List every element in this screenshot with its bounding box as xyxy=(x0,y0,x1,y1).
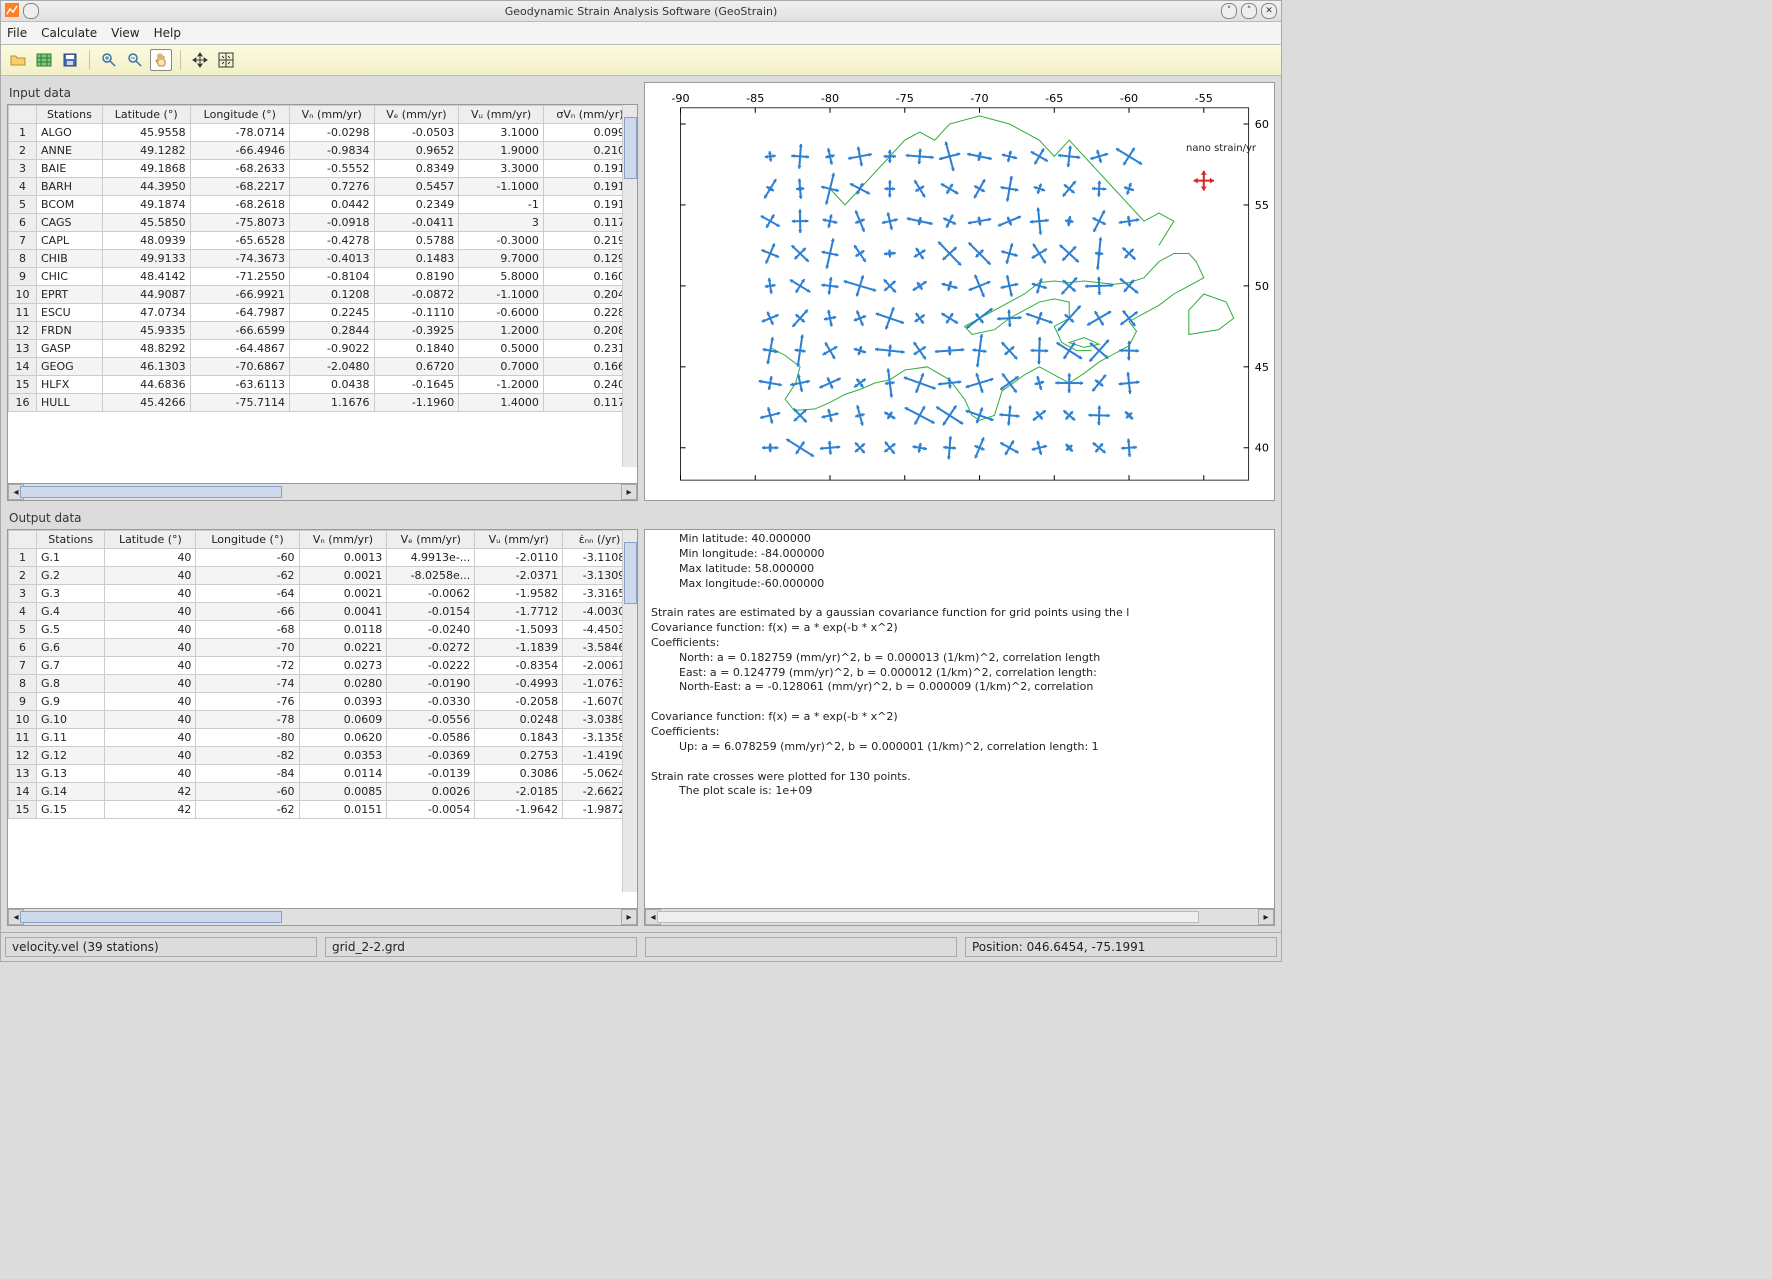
input-hscroll[interactable]: ◂▸ xyxy=(7,484,638,501)
svg-text:45: 45 xyxy=(1255,361,1269,374)
output-vscroll[interactable] xyxy=(622,530,637,892)
menu-calculate[interactable]: Calculate xyxy=(41,26,97,40)
table-row[interactable]: 13GASP48.8292-64.4867-0.90220.18400.5000… xyxy=(9,340,637,358)
svg-text:-55: -55 xyxy=(1195,92,1213,105)
save-icon[interactable] xyxy=(59,49,81,71)
pan-icon[interactable] xyxy=(150,49,172,71)
table-row[interactable]: 15HLFX44.6836-63.61130.0438-0.1645-1.200… xyxy=(9,376,637,394)
table-row[interactable]: 14GEOG46.1303-70.6867-2.04800.67200.7000… xyxy=(9,358,637,376)
status-blank xyxy=(645,937,957,957)
svg-text:-60: -60 xyxy=(1120,92,1138,105)
statusbar: velocity.vel (39 stations) grid_2-2.grd … xyxy=(1,932,1281,961)
table-row[interactable]: 5G.540-680.0118-0.0240-1.5093-4.4503e xyxy=(9,621,637,639)
titlebar: Geodynamic Strain Analysis Software (Geo… xyxy=(1,1,1281,22)
output-table[interactable]: StationsLatitude (°)Longitude (°)Vₙ (mm/… xyxy=(7,529,638,909)
output-panel: Output data StationsLatitude (°)Longitud… xyxy=(7,507,638,926)
table-row[interactable]: 3BAIE49.1868-68.2633-0.55520.83493.30000… xyxy=(9,160,637,178)
table-row[interactable]: 10G.1040-780.0609-0.05560.0248-3.0389e xyxy=(9,711,637,729)
table-row[interactable]: 11G.1140-800.0620-0.05860.1843-3.1358e xyxy=(9,729,637,747)
menubar: File Calculate View Help xyxy=(1,22,1281,45)
zoom-out-icon[interactable] xyxy=(124,49,146,71)
table-row[interactable]: 11ESCU47.0734-64.79870.2245-0.1110-0.600… xyxy=(9,304,637,322)
svg-text:-70: -70 xyxy=(970,92,988,105)
menu-help[interactable]: Help xyxy=(154,26,181,40)
table-row[interactable]: 9CHIC48.4142-71.2550-0.81040.81905.80000… xyxy=(9,268,637,286)
output-hscroll[interactable]: ◂▸ xyxy=(7,909,638,926)
status-grid: grid_2-2.grd xyxy=(325,937,637,957)
table-row[interactable]: 16HULL45.4266-75.71141.1676-1.19601.4000… xyxy=(9,394,637,412)
table-row[interactable]: 2ANNE49.1282-66.4946-0.98340.96521.90000… xyxy=(9,142,637,160)
minimize-button[interactable]: ˅ xyxy=(1221,3,1237,19)
status-file: velocity.vel (39 stations) xyxy=(5,937,317,957)
menu-view[interactable]: View xyxy=(111,26,139,40)
app-icon xyxy=(5,3,19,20)
menu-file[interactable]: File xyxy=(7,26,27,40)
table-row[interactable]: 6G.640-700.0221-0.0272-1.1839-3.5846e xyxy=(9,639,637,657)
svg-text:55: 55 xyxy=(1255,199,1269,212)
table-row[interactable]: 4BARH44.3950-68.22170.72760.5457-1.10000… xyxy=(9,178,637,196)
input-vscroll[interactable] xyxy=(622,105,637,467)
legend-label: nano strain/yr xyxy=(1186,143,1256,154)
table-row[interactable]: 7G.740-720.0273-0.0222-0.8354-2.0061e xyxy=(9,657,637,675)
toolbar xyxy=(1,45,1281,76)
open-grid-icon[interactable] xyxy=(33,49,55,71)
input-panel-title: Input data xyxy=(9,86,636,100)
close-button[interactable]: ✕ xyxy=(1261,3,1277,19)
maximize-button[interactable]: ˄ xyxy=(1241,3,1257,19)
table-row[interactable]: 1G.140-600.00134.9913e-...-2.0110-3.1108… xyxy=(9,549,637,567)
strain-plot[interactable]: -90 -85 -80 -75 -70 -65 -60 -55 40 45 50 55 60 nano … xyxy=(644,82,1275,501)
table-row[interactable]: 6CAGS45.5850-75.8073-0.0918-0.041130.117… xyxy=(9,214,637,232)
svg-text:-65: -65 xyxy=(1045,92,1063,105)
svg-text:60: 60 xyxy=(1255,118,1269,131)
table-row[interactable]: 8CHIB49.9133-74.3673-0.40130.14839.70000… xyxy=(9,250,637,268)
input-panel: Input data StationsLatitude (°)Longitude… xyxy=(7,82,638,501)
log-text[interactable]: Min latitude: 40.000000 Min longitude: -… xyxy=(644,529,1275,909)
table-row[interactable]: 12G.1240-820.0353-0.03690.2753-1.4190e xyxy=(9,747,637,765)
table-row[interactable]: 7CAPL48.0939-65.6528-0.42780.5788-0.3000… xyxy=(9,232,637,250)
output-panel-title: Output data xyxy=(9,511,636,525)
svg-text:-85: -85 xyxy=(746,92,764,105)
table-row[interactable]: 15G.1542-620.0151-0.0054-1.9642-1.9872e xyxy=(9,801,637,819)
table-row[interactable]: 2G.240-620.0021-8.0258e...-2.0371-3.1309… xyxy=(9,567,637,585)
open-file-icon[interactable] xyxy=(7,49,29,71)
table-row[interactable]: 13G.1340-840.0114-0.01390.3086-5.0624e xyxy=(9,765,637,783)
table-row[interactable]: 4G.440-660.0041-0.0154-1.7712-4.0030e xyxy=(9,603,637,621)
grid-plot-icon[interactable] xyxy=(215,49,237,71)
table-row[interactable]: 1ALGO45.9558-78.0714-0.0298-0.05033.1000… xyxy=(9,124,637,142)
svg-text:-80: -80 xyxy=(821,92,839,105)
table-row[interactable]: 14G.1442-600.00850.0026-2.0185-2.6622e xyxy=(9,783,637,801)
titlebar-circle-icon xyxy=(23,3,39,19)
table-row[interactable]: 9G.940-760.0393-0.0330-0.2058-1.6070e xyxy=(9,693,637,711)
log-panel: Min latitude: 40.000000 Min longitude: -… xyxy=(644,507,1275,926)
log-hscroll[interactable]: ◂▸ xyxy=(644,909,1275,926)
input-table[interactable]: StationsLatitude (°)Longitude (°)Vₙ (mm/… xyxy=(7,104,638,484)
plot-panel: -90 -85 -80 -75 -70 -65 -60 -55 40 45 50 55 60 nano … xyxy=(644,82,1275,501)
table-row[interactable]: 3G.340-640.0021-0.0062-1.9582-3.3165e xyxy=(9,585,637,603)
table-row[interactable]: 8G.840-740.0280-0.0190-0.4993-1.0763e xyxy=(9,675,637,693)
zoom-in-icon[interactable] xyxy=(98,49,120,71)
table-row[interactable]: 12FRDN45.9335-66.65990.2844-0.39251.2000… xyxy=(9,322,637,340)
svg-text:40: 40 xyxy=(1255,442,1269,455)
table-row[interactable]: 10EPRT44.9087-66.99210.1208-0.0872-1.100… xyxy=(9,286,637,304)
move-icon[interactable] xyxy=(189,49,211,71)
window-title: Geodynamic Strain Analysis Software (Geo… xyxy=(505,5,778,18)
svg-text:50: 50 xyxy=(1255,280,1269,293)
table-row[interactable]: 5BCOM49.1874-68.26180.04420.2349-10.1913 xyxy=(9,196,637,214)
svg-text:-75: -75 xyxy=(896,92,914,105)
status-position: Position: 046.6454, -75.1991 xyxy=(965,937,1277,957)
svg-text:-90: -90 xyxy=(671,92,689,105)
